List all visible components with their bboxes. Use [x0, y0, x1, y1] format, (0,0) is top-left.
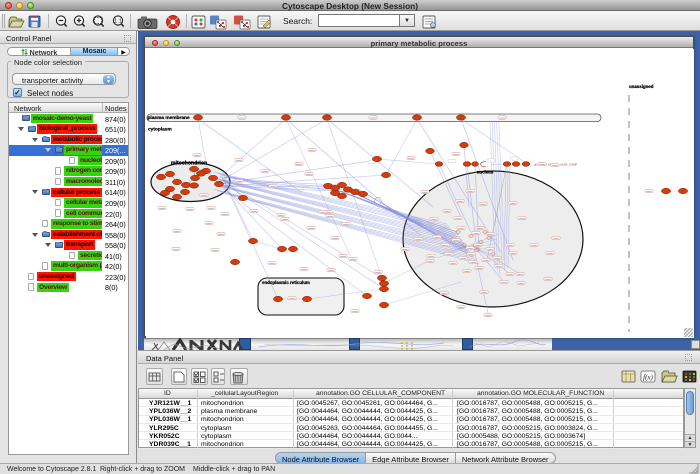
svg-text:f(x): f(x): [643, 374, 653, 382]
svg-text:cytoplasm: cytoplasm: [148, 127, 172, 133]
svg-text:endoplasmic reticulum: endoplasmic reticulum: [262, 280, 310, 285]
svg-text:unassigned: unassigned: [629, 84, 654, 89]
svg-text:1:1: 1:1: [114, 19, 122, 25]
svg-text:plasma membrane: plasma membrane: [148, 115, 190, 121]
svg-text:mitochondrion: mitochondrion: [171, 161, 207, 167]
svg-text:nucleus: nucleus: [477, 170, 494, 175]
